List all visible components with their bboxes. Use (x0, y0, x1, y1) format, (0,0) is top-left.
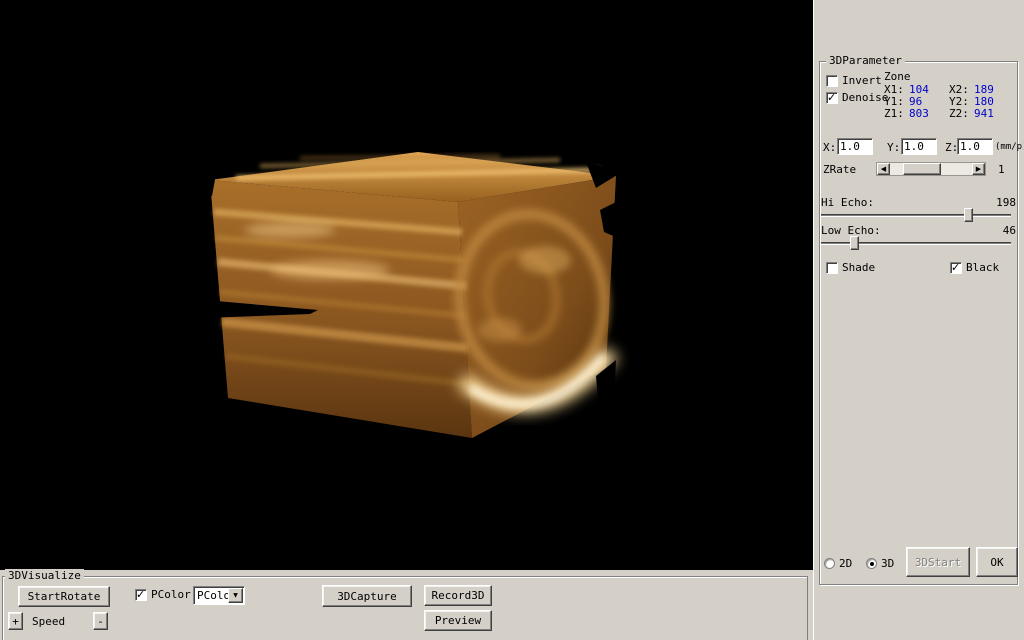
speed-plus-button[interactable]: + (8, 612, 23, 630)
mode-2d-radio[interactable] (824, 558, 835, 569)
ultrasound-3d-render (0, 0, 813, 570)
black-label: Black (966, 261, 999, 274)
x-scale-field[interactable] (837, 138, 873, 155)
scroll-left-icon[interactable]: ◀ (877, 163, 890, 175)
shade-checkbox[interactable]: ✓ (826, 262, 838, 274)
parameter-panel: 3DParameter ✓ Invert ✓ Denoise Zone X1: … (813, 0, 1024, 640)
parameter-group-title: 3DParameter (826, 54, 905, 68)
mode-2d-label: 2D (839, 557, 852, 570)
mode-3d-radio[interactable] (866, 558, 877, 569)
zrate-scrollbar[interactable]: ◀ ▶ (876, 162, 986, 176)
pcolor-checkbox[interactable]: ✓ (135, 589, 147, 601)
zrate-value: 1 (998, 163, 1005, 176)
zone-z2-label: Z2: (949, 107, 969, 120)
ok-button[interactable]: OK (976, 547, 1018, 577)
pcolor-dropdown[interactable]: PColor ▼ (193, 586, 245, 605)
shade-label: Shade (842, 261, 875, 274)
zone-z1-value: 803 (909, 107, 929, 120)
render-viewport[interactable] (0, 0, 813, 570)
zone-z1-label: Z1: (884, 107, 904, 120)
record-3d-button[interactable]: Record3D (424, 585, 492, 606)
denoise-checkbox[interactable]: ✓ (826, 92, 838, 104)
hi-echo-slider-track (821, 214, 1011, 216)
3d-capture-button[interactable]: 3DCapture (322, 585, 412, 607)
black-checkbox[interactable]: ✓ (950, 262, 962, 274)
y-scale-label: Y: (887, 141, 900, 154)
denoise-label: Denoise (842, 91, 888, 104)
scroll-right-icon[interactable]: ▶ (972, 163, 985, 175)
scale-unit-label: (mm/p) (995, 141, 1024, 154)
dropdown-arrow-icon[interactable]: ▼ (228, 588, 243, 603)
visualize-panel: 3DVisualize StartRotate + Speed - ✓ PCol… (0, 570, 813, 640)
speed-minus-button[interactable]: - (93, 612, 108, 630)
hi-echo-slider[interactable] (821, 208, 1011, 222)
check-icon: ✓ (827, 91, 836, 104)
invert-checkbox[interactable]: ✓ (826, 75, 838, 87)
invert-label: Invert (842, 74, 882, 87)
zone-title: Zone (884, 70, 911, 83)
start-rotate-button[interactable]: StartRotate (18, 586, 110, 607)
visualize-group-title: 3DVisualize (5, 569, 84, 583)
z-scale-field[interactable] (957, 138, 993, 155)
low-echo-slider-thumb[interactable] (850, 236, 859, 250)
preview-button[interactable]: Preview (424, 610, 492, 631)
zrate-scrollbar-thumb[interactable] (903, 163, 941, 175)
y-scale-field[interactable] (901, 138, 937, 155)
low-echo-slider[interactable] (821, 236, 1011, 250)
check-icon: ✓ (136, 588, 145, 601)
speed-label: Speed (32, 615, 65, 628)
zone-z2-value: 941 (974, 107, 994, 120)
x-scale-label: X: (823, 141, 836, 154)
zrate-label: ZRate (823, 163, 856, 176)
hi-echo-slider-thumb[interactable] (964, 208, 973, 222)
mode-3d-label: 3D (881, 557, 894, 570)
check-icon: ✓ (951, 261, 960, 274)
start3d-button[interactable]: 3DStart (906, 547, 970, 577)
pcolor-checkbox-label: PColor (151, 588, 191, 601)
